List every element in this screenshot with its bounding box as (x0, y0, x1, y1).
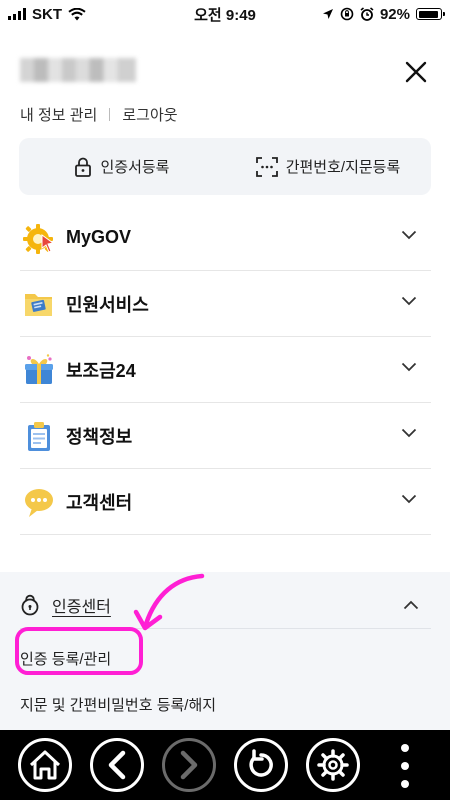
menu-item-subsidy24[interactable]: 보조금24 (20, 337, 431, 403)
folder-icon (22, 287, 56, 321)
menu-item-customer-center[interactable]: 고객센터 (20, 469, 431, 535)
signal-icon (8, 8, 26, 20)
chevron-down-icon (401, 296, 417, 306)
register-pin-label: 간편번호/지문등록 (285, 159, 401, 176)
auth-center-toggle[interactable]: 인증센터 (20, 582, 431, 629)
cert-action-bar: 인증서등록 간편번호/지문등록 (19, 138, 431, 195)
main-menu: MyGOV 민원서비스 보조금24 정책정보 고객센터 (20, 205, 431, 535)
home-button[interactable] (18, 738, 72, 792)
annotation-arrow (133, 573, 205, 631)
chevron-down-icon (401, 230, 417, 240)
battery-fill (418, 10, 438, 18)
auth-register-manage-link[interactable]: 인증 등록/관리 (20, 648, 111, 669)
my-info-link[interactable]: 내 정보 관리 (20, 104, 97, 125)
register-cert-label: 인증서등록 (100, 159, 170, 176)
link-divider (109, 108, 111, 121)
forward-button[interactable] (162, 738, 216, 792)
menu-item-civil-service[interactable]: 민원서비스 (20, 271, 431, 337)
home-icon (29, 750, 61, 780)
status-bar: SKT 오전 9:49 92% (0, 0, 450, 28)
wifi-icon (68, 7, 86, 20)
back-button[interactable] (90, 738, 144, 792)
chevron-down-icon (401, 494, 417, 504)
register-cert-button[interactable]: 인증서등록 (19, 156, 225, 177)
chevron-down-icon (401, 362, 417, 372)
menu-label-customer-center: 고객센터 (66, 492, 133, 513)
chat-bubble-icon (22, 485, 56, 519)
menu-item-policy-info[interactable]: 정책정보 (20, 403, 431, 469)
menu-item-mygov[interactable]: MyGOV (20, 205, 431, 271)
carrier-label: SKT (32, 5, 62, 23)
mygov-icon (22, 221, 56, 255)
close-button[interactable] (400, 56, 432, 88)
back-icon (108, 750, 126, 780)
settings-icon (317, 749, 349, 781)
logout-link[interactable]: 로그아웃 (122, 104, 177, 125)
menu-label-subsidy24: 보조금24 (66, 360, 136, 381)
clipboard-icon (22, 419, 56, 453)
status-right: 92% (322, 5, 445, 23)
chevron-down-icon (401, 428, 417, 438)
battery-icon (416, 8, 445, 20)
account-links: 내 정보 관리 로그아웃 (20, 104, 178, 125)
bottom-nav-bar (0, 730, 450, 800)
forward-icon (180, 750, 198, 780)
status-left: SKT (8, 6, 86, 23)
settings-button[interactable] (306, 738, 360, 792)
location-icon (322, 9, 333, 19)
auth-center-section: 인증센터 인증 등록/관리 지문 및 간편비밀번호 등록/해지 (0, 572, 450, 732)
user-name-redacted (20, 58, 136, 82)
lock-icon (75, 157, 92, 177)
menu-label-policy-info: 정책정보 (66, 426, 133, 447)
close-icon (405, 61, 427, 83)
refresh-icon (249, 749, 273, 777)
rotation-lock-icon (340, 7, 354, 21)
gift-icon (22, 353, 56, 387)
menu-label-mygov: MyGOV (66, 227, 132, 247)
refresh-button[interactable] (234, 738, 288, 792)
more-button[interactable] (393, 744, 417, 788)
chevron-up-icon (403, 600, 419, 610)
scan-icon (255, 156, 278, 177)
register-pin-button[interactable]: 간편번호/지문등록 (225, 156, 431, 177)
menu-label-civil-service: 민원서비스 (66, 294, 149, 315)
lock-circle-icon (21, 594, 39, 616)
auth-center-label: 인증센터 (52, 599, 111, 616)
battery-percent: 92% (379, 5, 410, 23)
fingerprint-pin-register-link[interactable]: 지문 및 간편비밀번호 등록/해지 (20, 694, 216, 715)
alarm-icon (360, 7, 374, 21)
more-icon (401, 744, 409, 752)
